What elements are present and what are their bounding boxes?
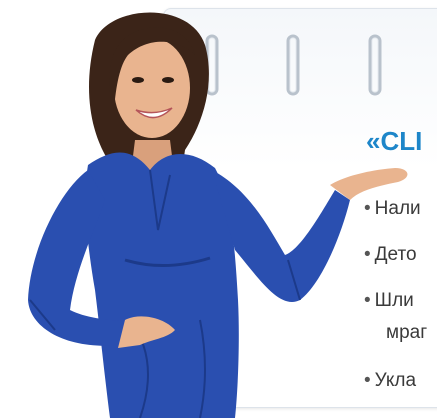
presenter-woman-image bbox=[28, 12, 408, 418]
